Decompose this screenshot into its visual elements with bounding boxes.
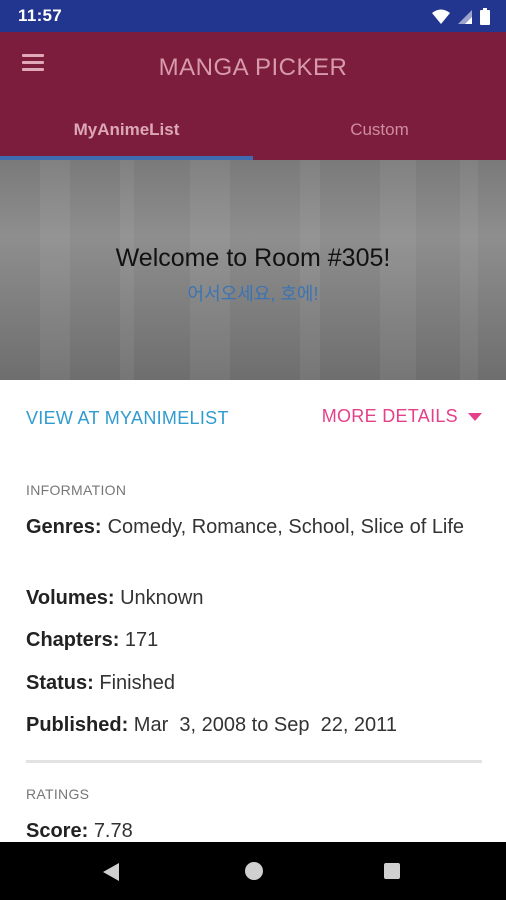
view-at-myanimelist-button[interactable]: VIEW AT MYANIMELIST (26, 408, 229, 429)
genres-value: Comedy, Romance, School, Slice of Life (107, 516, 465, 538)
caret-down-icon (468, 412, 482, 421)
status-icons (432, 8, 490, 25)
recents-icon[interactable] (384, 863, 400, 879)
information-section-label: INFORMATION (26, 482, 127, 498)
app-bar: MANGA PICKER MyAnimeList Custom (0, 32, 506, 160)
status-key: Status: (26, 672, 94, 694)
status-bar: 11:57 (0, 0, 506, 32)
score-value: 7.78 (93, 820, 133, 842)
system-nav-bar (0, 842, 506, 900)
published-key: Published: (26, 714, 129, 736)
battery-icon (480, 8, 490, 25)
status-value: Finished (99, 672, 175, 694)
banner-subtitle: 어서오세요, 호에! (187, 284, 319, 304)
volumes-key: Volumes: (26, 587, 115, 609)
tab-myanimelist[interactable]: MyAnimeList (0, 100, 253, 160)
genres-key: Genres: (26, 516, 102, 538)
more-details-button[interactable]: MORE DETAILS (322, 406, 482, 427)
genres-row: Genres: Comedy, Romance, School, Slice o… (26, 514, 486, 541)
home-icon[interactable] (245, 862, 263, 880)
volumes-value: Unknown (120, 587, 204, 609)
chapters-key: Chapters: (26, 629, 120, 651)
section-divider (26, 760, 482, 763)
tab-custom[interactable]: Custom (253, 100, 506, 160)
action-row: VIEW AT MYANIMELIST MORE DETAILS (0, 396, 506, 440)
tab-bar: MyAnimeList Custom (0, 100, 506, 160)
ratings-section-label: RATINGS (26, 786, 90, 802)
status-row: Status: Finished (26, 670, 486, 697)
banner-image: Welcome to Room #305! 어서오세요, 호에! (0, 160, 506, 380)
score-key: Score: (26, 820, 89, 842)
more-details-label: MORE DETAILS (321, 406, 458, 426)
banner-title: Welcome to Room #305! (115, 244, 391, 272)
score-row: Score: 7.78 (26, 818, 486, 845)
signal-icon (458, 9, 472, 24)
app-title: MANGA PICKER (158, 54, 348, 81)
back-icon[interactable] (103, 863, 119, 881)
chapters-value: 171 (124, 629, 159, 651)
chapters-row: Chapters: 171 (26, 627, 486, 654)
status-time: 11:57 (18, 6, 63, 25)
published-row: Published: Mar 3, 2008 to Sep 22, 2011 (26, 712, 486, 739)
published-value: Mar 3, 2008 to Sep 22, 2011 (133, 714, 397, 736)
wifi-icon (432, 9, 450, 24)
volumes-row: Volumes: Unknown (26, 585, 486, 612)
